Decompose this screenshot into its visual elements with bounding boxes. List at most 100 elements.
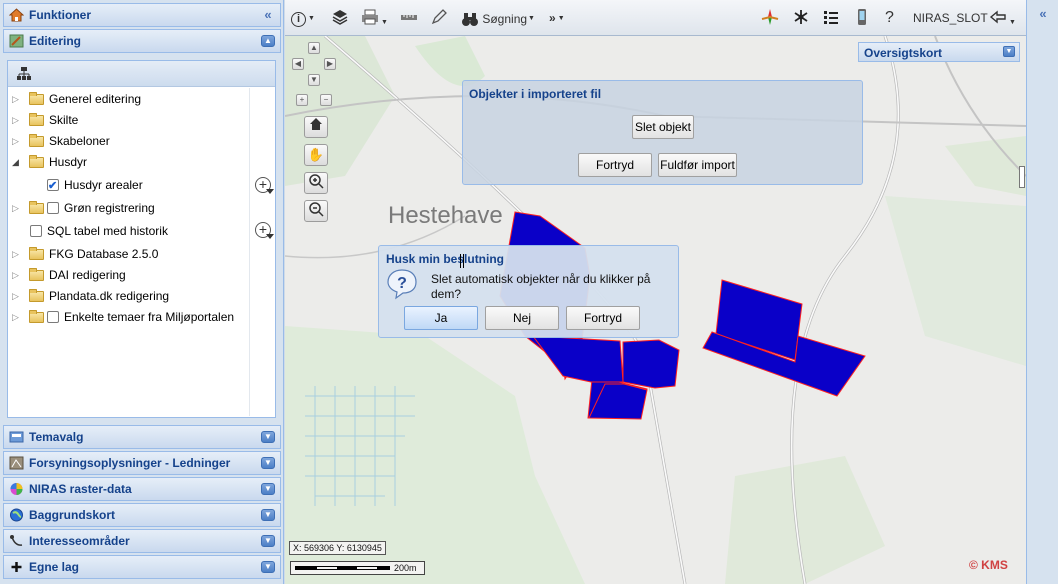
compass-button[interactable]	[761, 8, 779, 28]
help-icon: ?	[885, 9, 894, 26]
expand-right-panel-icon[interactable]: «	[1036, 7, 1050, 20]
finish-import-button[interactable]: Fuldfør import	[658, 153, 737, 177]
expand-arrow-icon[interactable]: ▷	[12, 244, 20, 264]
no-button[interactable]: Nej	[485, 306, 559, 330]
expand-down-icon[interactable]: ▼	[261, 483, 275, 495]
hierarchy-icon[interactable]	[17, 67, 31, 80]
pan-right-icon[interactable]: ▶	[324, 58, 336, 70]
add-layer-icon[interactable]: +	[255, 222, 274, 239]
home-icon	[9, 8, 24, 22]
tree-item-label: Skabeloner	[49, 134, 110, 148]
print-icon	[362, 9, 378, 25]
expand-down-icon[interactable]: ▼	[261, 509, 275, 521]
theme-icon	[9, 431, 24, 443]
measure-button[interactable]	[400, 8, 418, 28]
expand-down-icon[interactable]: ▼	[261, 457, 275, 469]
left-panel: Funktioner « Editering ▲ ▷ Generel edite…	[0, 0, 284, 584]
folder-icon	[29, 268, 44, 281]
expand-down-icon[interactable]: ▼	[261, 431, 275, 443]
folder-icon	[29, 113, 44, 126]
more-tools-button[interactable]: » ▼	[549, 8, 565, 28]
layer-checkbox[interactable]	[30, 225, 42, 237]
funktioner-header[interactable]: Funktioner «	[3, 3, 281, 27]
layer-checkbox[interactable]	[47, 202, 59, 214]
info-button[interactable]: i ▼	[291, 8, 315, 28]
zoom-in-icon	[309, 174, 324, 189]
tree-item-label: Plandata.dk redigering	[49, 289, 170, 303]
section-forsyning[interactable]: Forsyningsoplysninger - Ledninger ▼	[3, 451, 281, 475]
zoom-in-tool-button[interactable]	[304, 172, 328, 194]
hand-icon: ✋	[307, 147, 325, 162]
dropdown-caret-icon: ▼	[557, 14, 565, 22]
section-baggrundskort[interactable]: Baggrundskort ▼	[3, 503, 281, 527]
section-egne-lag[interactable]: Egne lag ▼	[3, 555, 281, 579]
zoom-out-small-icon[interactable]: −	[320, 94, 332, 106]
house-icon	[310, 118, 322, 130]
expand-arrow-icon[interactable]: ▷	[12, 265, 20, 285]
pan-left-icon[interactable]: ◀	[292, 58, 304, 70]
help-button[interactable]: ?	[885, 8, 894, 28]
zoom-out-tool-button[interactable]	[304, 200, 328, 222]
mobile-button[interactable]	[853, 8, 871, 28]
section-niras-raster[interactable]: NIRAS raster-data ▼	[3, 477, 281, 501]
collapse-left-icon[interactable]: «	[261, 8, 275, 21]
pencil-icon	[431, 9, 447, 25]
scale-bar-gap	[317, 567, 337, 569]
snowflake-icon	[794, 10, 808, 24]
snap-button[interactable]	[792, 8, 810, 28]
layer-checkbox[interactable]	[47, 176, 59, 196]
overview-map-header[interactable]: Oversigtskort ▼	[858, 42, 1020, 62]
expand-arrow-icon[interactable]: ▷	[12, 131, 20, 151]
section-label: Interesseområder	[29, 534, 130, 548]
collapse-arrow-icon[interactable]: ◢	[12, 152, 20, 172]
zoom-in-small-icon[interactable]: +	[296, 94, 308, 106]
tree-item-label: Grøn registrering	[64, 201, 155, 215]
expand-down-icon[interactable]: ▼	[1003, 46, 1015, 57]
color-wheel-icon	[10, 483, 23, 495]
dropdown-caret-icon: ▼	[528, 14, 535, 22]
search-dropdown[interactable]: ▼	[526, 8, 535, 28]
expand-arrow-icon[interactable]: ▷	[12, 286, 20, 306]
expand-down-icon[interactable]: ▼	[261, 561, 275, 573]
add-layer-icon[interactable]: +	[255, 177, 274, 194]
editering-header[interactable]: Editering ▲	[3, 29, 281, 53]
home-extent-button[interactable]	[304, 116, 328, 138]
pan-down-icon[interactable]: ▼	[308, 74, 320, 86]
pan-up-icon[interactable]: ▲	[308, 42, 320, 54]
draw-button[interactable]	[430, 8, 448, 28]
map-scroll-handle[interactable]	[1019, 166, 1025, 188]
delete-object-button[interactable]: Slet objekt	[632, 115, 694, 139]
pan-tool-button[interactable]: ✋	[304, 144, 328, 166]
pin-line-icon	[10, 535, 23, 546]
section-label: NIRAS raster-data	[29, 482, 132, 496]
map-view[interactable]: Hestehave ▲ ◀ ▶ ▼ + − ✋ Oversigtskort ▼ …	[285, 36, 1026, 584]
layer-checkbox[interactable]	[47, 311, 59, 323]
confirm-cancel-button[interactable]: Fortryd	[566, 306, 640, 330]
folder-icon	[29, 92, 44, 105]
import-cancel-button[interactable]: Fortryd	[578, 153, 652, 177]
tree-item-label: DAI redigering	[49, 268, 126, 282]
folder-icon	[29, 289, 44, 302]
collapse-up-icon[interactable]: ▲	[261, 35, 275, 47]
utility-icon	[9, 456, 24, 470]
print-button[interactable]: ▼	[361, 8, 388, 28]
expand-arrow-icon[interactable]: ▷	[12, 110, 20, 130]
expand-down-icon[interactable]: ▼	[261, 535, 275, 547]
overview-label: Oversigtskort	[864, 46, 943, 60]
list-button[interactable]	[822, 8, 840, 28]
search-button[interactable]: Søgning	[461, 8, 527, 28]
expand-arrow-icon[interactable]: ▷	[12, 307, 20, 327]
section-label: Temavalg	[29, 430, 84, 444]
expand-arrow-icon[interactable]: ▷	[12, 89, 20, 109]
copyright-label: © KMS	[969, 558, 1008, 572]
logout-button[interactable]: ▼	[989, 8, 1016, 28]
expand-arrow-icon[interactable]: ▷	[12, 198, 20, 218]
yes-button[interactable]: Ja	[404, 306, 478, 330]
plus-icon	[11, 562, 22, 572]
section-interesseomrader[interactable]: Interesseområder ▼	[3, 529, 281, 553]
text-cursor-icon	[460, 254, 464, 268]
tree-item-label: Husdyr	[49, 155, 88, 169]
section-temavalg[interactable]: Temavalg ▼	[3, 425, 281, 449]
layers-button[interactable]	[331, 8, 349, 28]
folder-icon	[29, 134, 44, 147]
